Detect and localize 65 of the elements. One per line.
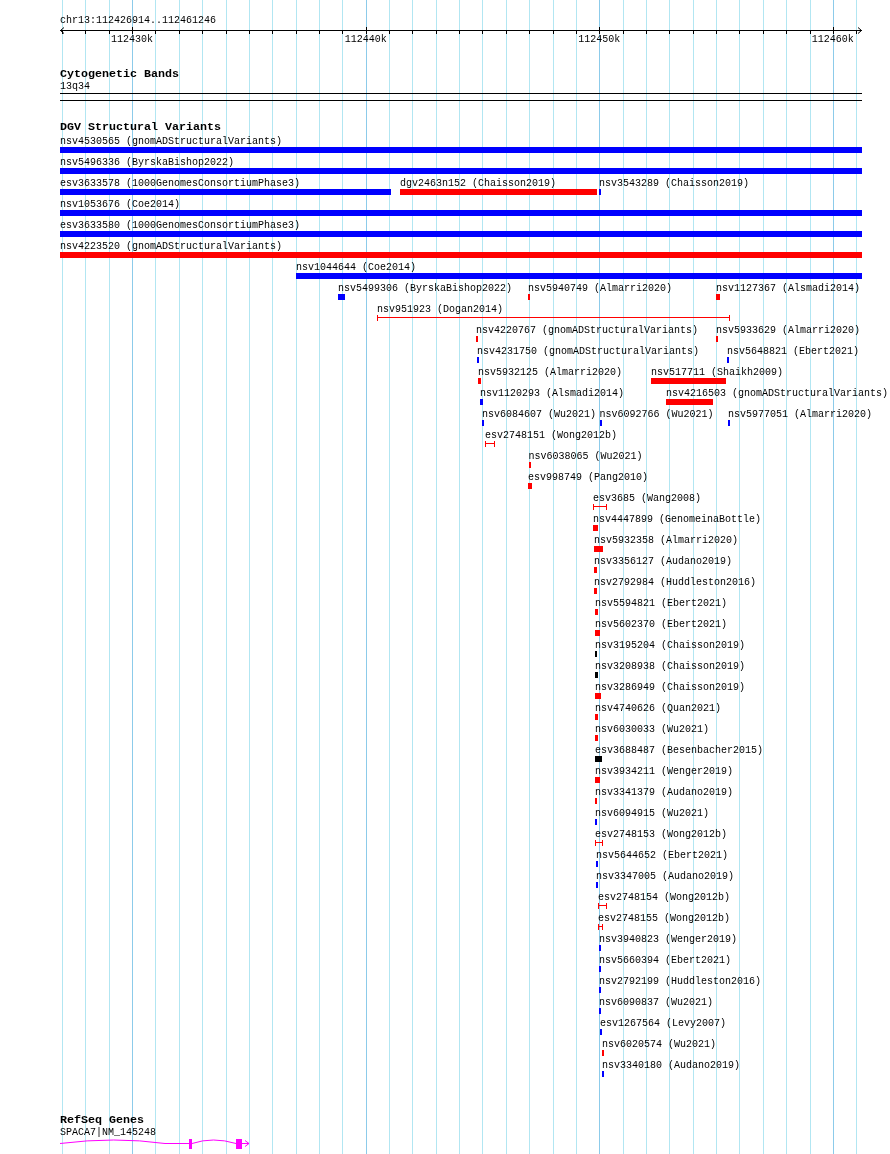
variant-label: nsv3341379 (Audano2019) <box>595 786 734 798</box>
variant-label: esv3633578 (1000GenomesConsortiumPhase3) <box>60 177 301 189</box>
variant-label: nsv4216503 (gnomADStructuralVariants) <box>666 387 889 399</box>
variant-label: esv998749 (Pang2010) <box>528 471 649 483</box>
variant-label: esv1267564 (Levy2007) <box>600 1017 727 1029</box>
variant-label: esv3688487 (Besenbacher2015) <box>595 744 764 756</box>
variant-label: nsv6094915 (Wu2021) <box>595 807 710 819</box>
variant-label: esv2748154 (Wong2012b) <box>598 891 731 903</box>
variant-label: esv3685 (Wang2008) <box>593 492 702 504</box>
variant-label: nsv6092766 (Wu2021) <box>599 408 714 420</box>
variant-label: nsv2792984 (Huddleston2016) <box>594 576 757 588</box>
variant-label: nsv3934211 (Wenger2019) <box>595 765 734 777</box>
variant-label: nsv3543289 (Chaisson2019) <box>599 177 750 189</box>
variant-label: nsv3208938 (Chaisson2019) <box>595 660 746 672</box>
variant-label: nsv4447899 (GenomeinaBottle) <box>593 513 762 525</box>
locus-label: chr13:112426914..112461246 <box>60 15 217 27</box>
gene-label: SPACA7|NM_145248 <box>60 1127 156 1139</box>
variant-label: nsv3347005 (Audano2019) <box>596 870 735 882</box>
variant-label: nsv6038065 (Wu2021) <box>528 450 643 462</box>
track-title: DGV Structural Variants <box>60 121 221 134</box>
variant-label: nsv3195204 (Chaisson2019) <box>595 639 746 651</box>
variant-label: nsv1044644 (Coe2014) <box>296 261 417 273</box>
track-title: RefSeq Genes <box>60 1114 144 1127</box>
variant-label: nsv4231750 (gnomADStructuralVariants) <box>477 345 700 357</box>
variant-label: nsv6090837 (Wu2021) <box>599 996 714 1008</box>
variant-label: nsv5660394 (Ebert2021) <box>599 954 732 966</box>
variant-label: nsv5602370 (Ebert2021) <box>595 618 728 630</box>
variant-label: nsv5499306 (ByrskaBishop2022) <box>338 282 513 294</box>
variant-label: nsv1127367 (Alsmadi2014) <box>716 282 861 294</box>
variant-label: esv2748151 (Wong2012b) <box>485 429 618 441</box>
variant-label: nsv5644652 (Ebert2021) <box>596 849 729 861</box>
variant-label: nsv5932358 (Almarri2020) <box>594 534 739 546</box>
variant-label: dgv2463n152 (Chaisson2019) <box>400 177 557 189</box>
variant-label: nsv6084607 (Wu2021) <box>482 408 597 420</box>
variant-label: nsv5648821 (Ebert2021) <box>727 345 860 357</box>
tick-label: 112430k <box>111 34 154 46</box>
variant-label: nsv6030033 (Wu2021) <box>595 723 710 735</box>
variant-label: nsv951923 (Dogan2014) <box>377 303 504 315</box>
variant-label: nsv4220767 (gnomADStructuralVariants) <box>476 324 699 336</box>
tick-label: 112440k <box>344 34 387 46</box>
variant-label: nsv2792199 (Huddleston2016) <box>599 975 762 987</box>
variant-label: nsv5932125 (Almarri2020) <box>478 366 623 378</box>
variant-label: nsv1053676 (Coe2014) <box>60 198 181 210</box>
variant-label: nsv4530565 (gnomADStructuralVariants) <box>60 135 283 147</box>
tick-label: 112460k <box>811 34 854 46</box>
variant-label: nsv3940823 (Wenger2019) <box>599 933 738 945</box>
variant-label: nsv1120293 (Alsmadi2014) <box>480 387 625 399</box>
variant-label: nsv5940749 (Almarri2020) <box>528 282 673 294</box>
track-title: Cytogenetic Bands <box>60 68 179 81</box>
variant-label: nsv517711 (Shaikh2009) <box>651 366 784 378</box>
variant-label: nsv3356127 (Audano2019) <box>594 555 733 567</box>
variant-label: nsv6020574 (Wu2021) <box>602 1038 717 1050</box>
variant-label: nsv4740626 (Quan2021) <box>595 702 722 714</box>
variant-label: esv2748155 (Wong2012b) <box>598 912 731 924</box>
variant-label: nsv5594821 (Ebert2021) <box>595 597 728 609</box>
variant-label: nsv5496336 (ByrskaBishop2022) <box>60 156 235 168</box>
variant-label: nsv4223520 (gnomADStructuralVariants) <box>60 240 283 252</box>
band-label: 13q34 <box>60 81 90 93</box>
tick-label: 112450k <box>578 34 621 46</box>
variant-label: nsv3286949 (Chaisson2019) <box>595 681 746 693</box>
variant-label: nsv3340180 (Audano2019) <box>602 1059 741 1071</box>
variant-label: esv3633580 (1000GenomesConsortiumPhase3) <box>60 219 301 231</box>
variant-label: nsv5933629 (Almarri2020) <box>716 324 861 336</box>
variant-label: nsv5977051 (Almarri2020) <box>728 408 873 420</box>
variant-label: esv2748153 (Wong2012b) <box>595 828 728 840</box>
